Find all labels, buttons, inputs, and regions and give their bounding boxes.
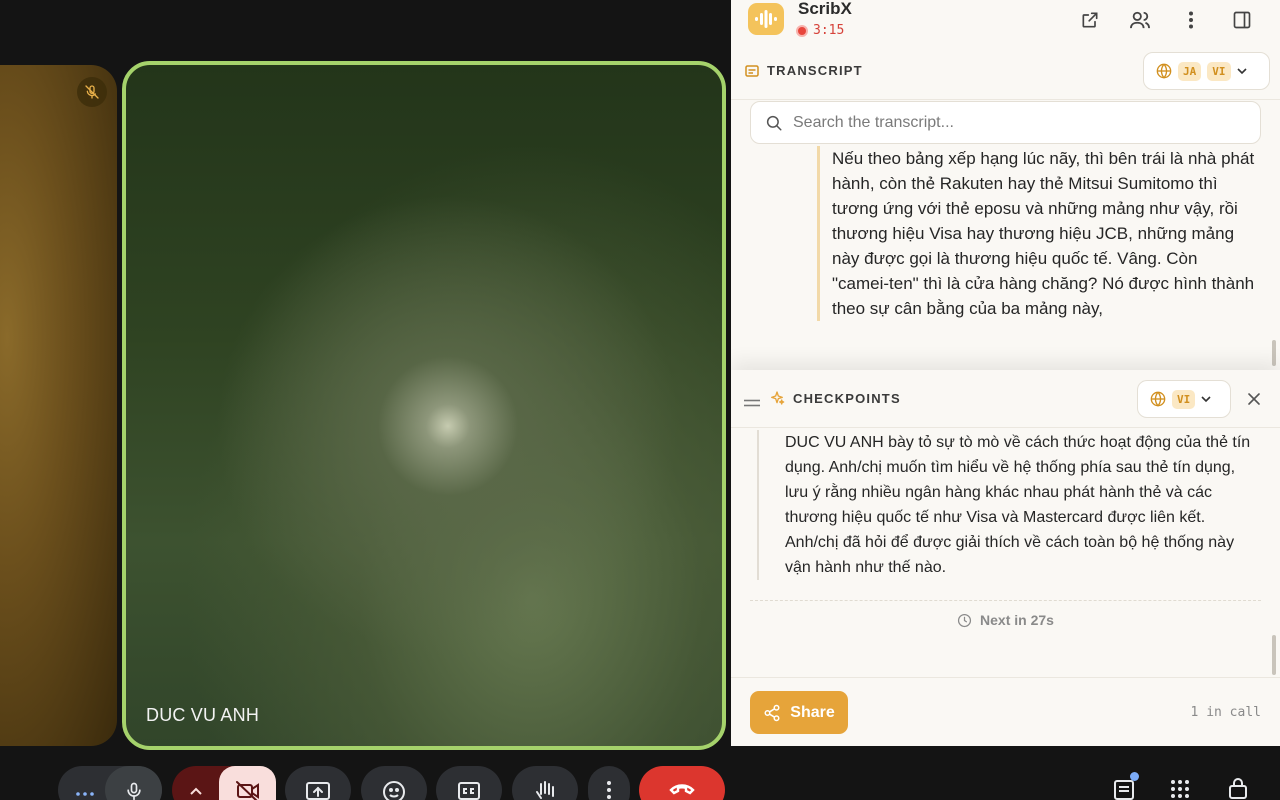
more-options-button[interactable] [588,766,630,800]
panel-footer: Share 1 in call [731,677,1280,746]
transcript-language-select[interactable]: JA VI [1143,52,1270,90]
globe-icon [1150,391,1166,407]
search-input[interactable] [793,113,1233,132]
microphone-icon [126,782,141,800]
transcript-scrollbar[interactable] [1272,340,1276,366]
sidebar-icon [1233,11,1251,29]
meeting-controls [0,762,1280,800]
participant-name: DUC VU ANH [146,705,260,725]
drag-handle-icon[interactable] [744,394,760,412]
language-chip: VI [1207,61,1231,81]
chat-button[interactable] [1110,778,1138,800]
notification-dot [1130,772,1139,781]
recording-time: 3:15 [813,23,845,38]
open-external-button[interactable] [1078,8,1102,32]
recording-indicator [796,25,808,37]
close-checkpoints-button[interactable] [1247,392,1261,411]
language-chip: JA [1178,61,1202,81]
audio-control-group [58,766,162,800]
transcript-search[interactable] [750,101,1261,144]
scribx-logo-icon [748,3,784,35]
checkpoints-title: CHECKPOINTS [793,391,901,406]
transcript-entry: Nếu theo bảng xếp hạng lúc nãy, thì bên … [817,146,1257,321]
camera-control-group [172,766,276,800]
share-label: Share [790,703,835,721]
apps-grid-icon [1171,780,1189,798]
host-controls-button[interactable] [1224,776,1252,800]
camera-toggle-button[interactable] [219,766,276,800]
microphone-button[interactable] [105,766,162,800]
transcript-icon [745,64,759,82]
participants-button[interactable] [1128,8,1152,32]
activities-button[interactable] [1166,778,1194,800]
transcript-section: TRANSCRIPT JA VI Nếu theo bảng xếp hạng … [731,42,1280,372]
divider [750,600,1261,601]
checkpoint-summary: DUC VU ANH bày tỏ sự tò mò về cách thức … [757,430,1251,580]
toggle-sidebar-button[interactable] [1230,8,1254,32]
reactions-button[interactable] [361,766,427,800]
checkpoints-header: CHECKPOINTS VI [731,370,1280,428]
lock-person-icon [1229,778,1247,799]
closed-captions-icon [458,782,480,800]
app-title: ScribX [798,0,852,18]
more-audio-options-icon[interactable] [74,780,96,796]
language-chip: VI [1172,389,1196,409]
present-screen-button[interactable] [285,766,351,800]
raise-hand-icon [536,781,554,799]
chevron-down-icon [1236,68,1247,75]
more-vertical-icon [607,781,611,799]
video-area: DUC VU ANH [0,0,731,800]
checkpoints-language-select[interactable]: VI [1137,380,1231,418]
camera-off-icon [235,781,259,800]
checkpoints-scrollbar[interactable] [1272,635,1276,675]
emoji-icon [383,781,405,800]
search-icon [766,115,782,130]
present-screen-icon [306,782,330,800]
scribx-panel: ScribX 3:15 TRANSCRIPT JA VI Search the … [731,0,1280,746]
close-icon [1248,393,1260,405]
external-link-icon [1082,12,1098,28]
camera-options-icon[interactable] [188,784,204,796]
globe-icon [1156,63,1172,79]
chevron-down-icon [1201,396,1211,403]
share-icon [764,704,780,721]
leave-call-button[interactable] [639,766,725,800]
mic-muted-icon [77,77,107,107]
chat-icon [1114,780,1134,800]
participant-tile-left[interactable] [0,65,117,746]
checkpoints-section: CHECKPOINTS VI DUC VU ANH bày tỏ sự tò m… [731,370,1280,677]
raise-hand-button[interactable] [512,766,578,800]
transcript-title: TRANSCRIPT [767,63,863,78]
hang-up-icon [669,784,695,795]
clock-icon [957,613,972,627]
next-checkpoint-timer: Next in 27s [731,612,1280,628]
sparkle-icon [769,390,785,411]
more-vertical-icon [1189,11,1193,29]
panel-header: ScribX 3:15 [731,0,1280,42]
next-checkpoint-label: Next in 27s [980,612,1054,628]
transcript-header: TRANSCRIPT JA VI [731,42,1280,100]
people-icon [1130,11,1150,29]
captions-button[interactable] [436,766,502,800]
participant-tile-main[interactable]: DUC VU ANH [122,61,726,750]
panel-menu-button[interactable] [1179,8,1203,32]
share-button[interactable]: Share [750,691,848,734]
in-call-count: 1 in call [1190,705,1261,720]
